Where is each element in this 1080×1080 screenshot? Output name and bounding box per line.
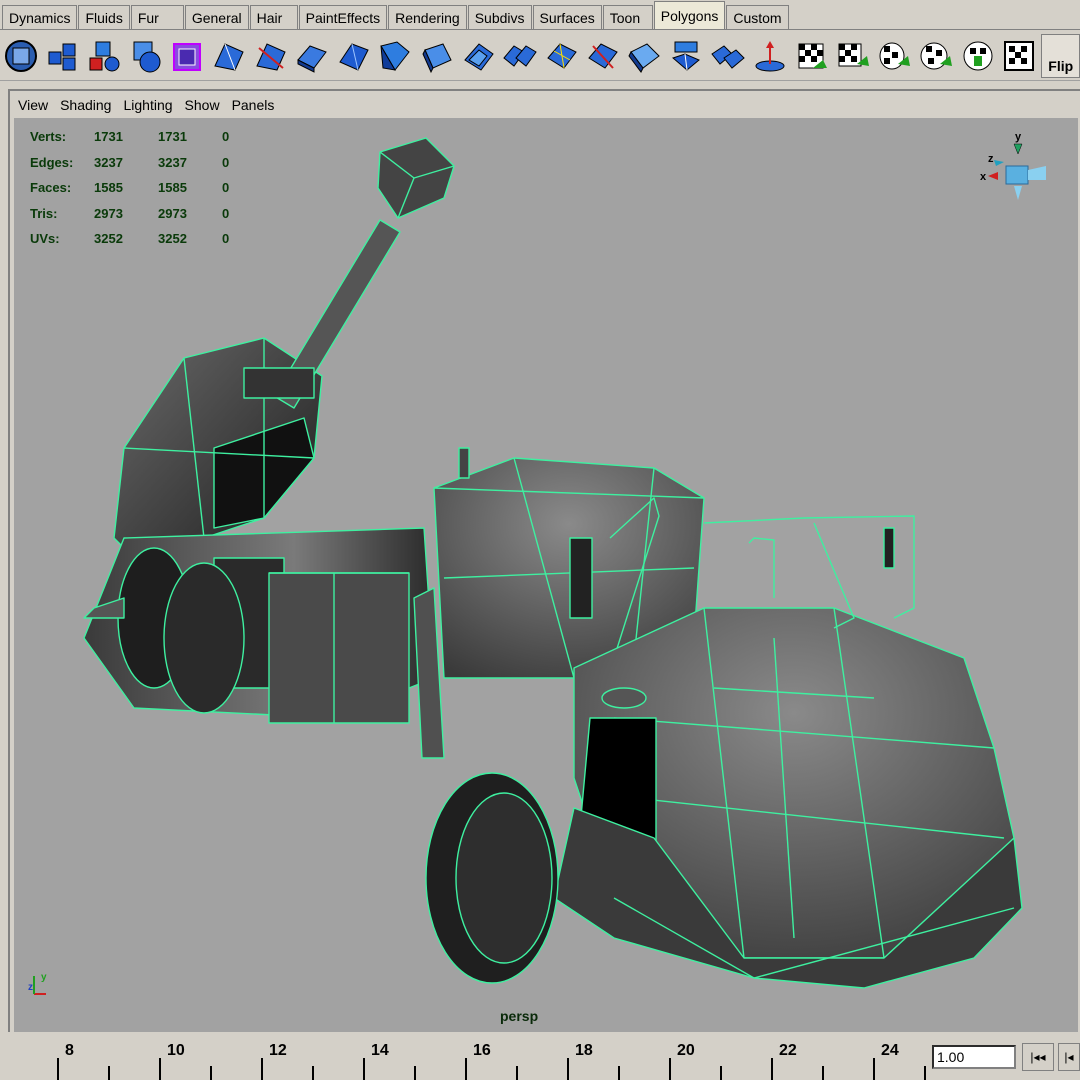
svg-text:y: y (41, 972, 47, 983)
extract-icon[interactable] (127, 34, 166, 78)
hud-row-edges: Edges: 3237 3237 0 (30, 154, 230, 170)
tab-toon[interactable]: Toon (602, 5, 653, 29)
timeline-tick (159, 1058, 161, 1080)
svg-text:x: x (980, 171, 987, 183)
time-slider[interactable]: 8 10 12 14 16 18 20 22 24 (0, 1034, 926, 1080)
append-polygon-icon[interactable] (750, 34, 789, 78)
timeline-tick (57, 1058, 59, 1080)
mirror-geometry-icon[interactable] (210, 34, 249, 78)
step-back-button[interactable]: |◂ (1058, 1043, 1080, 1071)
timeline-tick (414, 1066, 416, 1080)
corner-axis-icon: y z (28, 972, 47, 995)
hud-row-verts: Verts: 1731 1731 0 (30, 129, 230, 145)
tab-polygons[interactable]: Polygons (653, 1, 726, 29)
menu-show[interactable]: Show (185, 97, 220, 117)
extrude-edge-icon[interactable] (335, 34, 374, 78)
shelf-tab-bar: Dynamics Fluids Fur General Hair PaintEf… (0, 0, 1080, 30)
tab-rendering[interactable]: Rendering (388, 5, 467, 29)
uv-texture-editor-icon[interactable] (1000, 34, 1039, 78)
timeline-tick (108, 1066, 110, 1080)
timeline-tick (771, 1058, 773, 1080)
camera-name-label: persp (500, 1008, 539, 1024)
timeline-frame-label: 16 (473, 1042, 491, 1059)
hud-row-uvs: UVs: 3252 3252 0 (30, 231, 230, 247)
extrude-face-icon[interactable] (293, 34, 332, 78)
tab-dynamics[interactable]: Dynamics (2, 5, 78, 29)
flip-button[interactable]: Flip (1041, 33, 1080, 78)
tab-fur[interactable]: Fur (130, 5, 184, 29)
menu-lighting[interactable]: Lighting (123, 97, 172, 117)
timeline-frame-label: 10 (167, 1042, 185, 1059)
timeline-frame-label: 20 (677, 1042, 695, 1059)
timeline-tick (210, 1066, 212, 1080)
menu-shading[interactable]: Shading (60, 97, 111, 117)
timeline-tick (873, 1058, 875, 1080)
hud-row-tris: Tris: 2973 2973 0 (30, 205, 230, 221)
wedge-face-icon[interactable] (626, 34, 665, 78)
timeline-frame-label: 14 (371, 1042, 389, 1059)
hud-row-faces: Faces: 1585 1585 0 (30, 180, 230, 196)
timeline-tick (516, 1066, 518, 1080)
separate-icon[interactable] (85, 34, 124, 78)
bevel-icon[interactable] (376, 34, 415, 78)
tab-subdivs[interactable]: Subdivs (467, 5, 532, 29)
timeline-tick (924, 1066, 926, 1080)
spherical-mapping-icon[interactable] (917, 34, 956, 78)
timeline-frame-label: 18 (575, 1042, 593, 1059)
panel-menu-bar: View Shading Lighting Show Panels (18, 97, 286, 117)
planar-mapping-icon[interactable] (792, 34, 831, 78)
uv-snapshot-icon[interactable] (958, 34, 997, 78)
current-frame-field[interactable]: 1.00 (932, 1045, 1016, 1069)
tab-painteffects[interactable]: PaintEffects (298, 5, 388, 29)
tab-hair[interactable]: Hair (249, 5, 298, 29)
select-tool-icon[interactable] (2, 34, 41, 78)
menu-panels[interactable]: Panels (232, 97, 275, 117)
svg-text:z: z (28, 982, 33, 993)
timeline-tick (618, 1066, 620, 1080)
timeline-frame-label: 8 (65, 1042, 74, 1059)
timeline-frame-label: 12 (269, 1042, 287, 1059)
timeline-tick (465, 1058, 467, 1080)
timeline-tick (567, 1058, 569, 1080)
cut-faces-icon[interactable] (584, 34, 623, 78)
subdivide-icon[interactable] (543, 34, 582, 78)
poly-count-hud: Verts: 1731 1731 0 Edges: 3237 3237 0 Fa… (30, 124, 252, 252)
smooth-proxy-icon[interactable] (168, 34, 207, 78)
timeline-tick (261, 1058, 263, 1080)
menu-view[interactable]: View (18, 97, 48, 117)
timeline-frame-label: 22 (779, 1042, 797, 1059)
duplicate-face-icon[interactable] (418, 34, 457, 78)
tab-fluids[interactable]: Fluids (78, 5, 130, 29)
truck-model[interactable] (14, 118, 1078, 1032)
triangulate-icon[interactable] (667, 34, 706, 78)
viewport-panel: View Shading Lighting Show Panels Verts:… (8, 89, 1080, 1032)
view-axis-gizmo-icon[interactable]: y z x (974, 128, 1054, 208)
shelf-icon-bar: Flip (0, 31, 1080, 81)
timeline-tick (363, 1058, 365, 1080)
tab-general[interactable]: General (184, 5, 249, 29)
tab-surfaces[interactable]: Surfaces (532, 5, 602, 29)
split-polygon-icon[interactable] (251, 34, 290, 78)
go-to-start-button[interactable]: |◂◂ (1022, 1043, 1054, 1071)
timeline-tick (312, 1066, 314, 1080)
timeline-tick (669, 1058, 671, 1080)
timeline-tick (720, 1066, 722, 1080)
tab-custom[interactable]: Custom (726, 5, 789, 29)
step-back-icon: |◂ (1064, 1050, 1074, 1064)
rewind-icon: |◂◂ (1030, 1050, 1046, 1064)
cylindrical-mapping-icon[interactable] (875, 34, 914, 78)
merge-edge-icon[interactable] (501, 34, 540, 78)
timeline-tick (822, 1066, 824, 1080)
svg-text:y: y (1015, 131, 1022, 143)
svg-text:z: z (988, 153, 994, 165)
automatic-mapping-icon[interactable] (834, 34, 873, 78)
poke-face-icon[interactable] (459, 34, 498, 78)
quadrangulate-icon[interactable] (709, 34, 748, 78)
combine-icon[interactable] (44, 34, 83, 78)
timeline-frame-label: 24 (881, 1042, 899, 1059)
perspective-viewport[interactable]: Verts: 1731 1731 0 Edges: 3237 3237 0 Fa… (14, 118, 1078, 1032)
